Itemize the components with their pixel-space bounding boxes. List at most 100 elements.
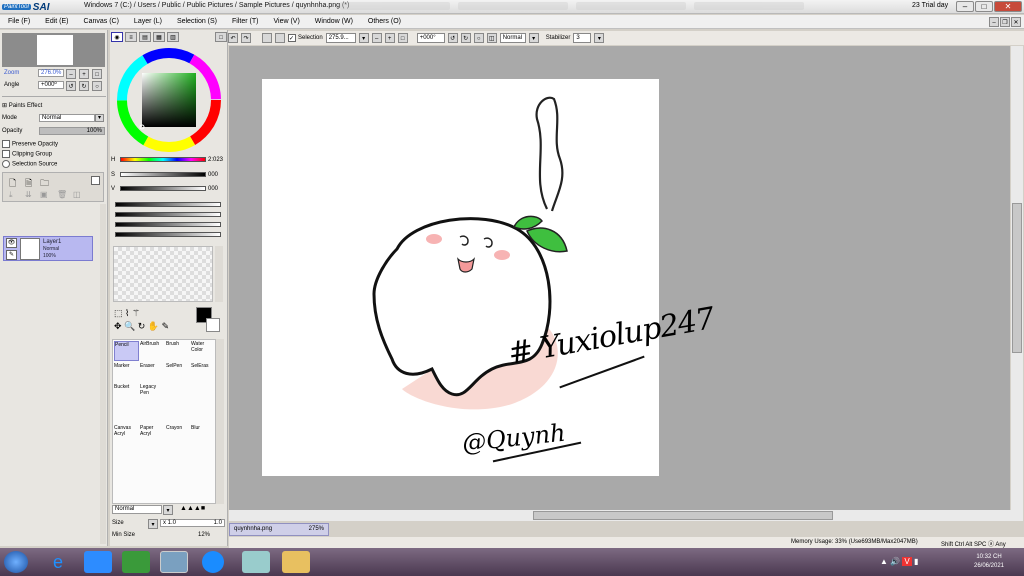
move-icon[interactable]: ✥	[114, 321, 122, 331]
layer-lock-pen-icon[interactable]: ✎	[6, 250, 17, 260]
menu-selection[interactable]: Selection (S)	[177, 18, 217, 25]
paints-effect-header[interactable]: ⊞ Paints Effect	[2, 102, 42, 109]
redo-button[interactable]: ↷	[241, 33, 251, 43]
size-multiplier-dropdown[interactable]: ▾	[148, 519, 158, 529]
nav-angle-value[interactable]: +000º	[38, 81, 64, 89]
horizontal-scrollbar[interactable]	[229, 510, 1023, 521]
eyedropper-icon[interactable]: ✎	[162, 321, 170, 331]
file-tab[interactable]: quynhnha.png 275%	[229, 523, 329, 536]
brush-shape-4-icon[interactable]: ■	[201, 505, 205, 512]
volume-icon[interactable]: 🔊	[890, 557, 900, 566]
vivaldi-tray-icon[interactable]: V	[902, 557, 912, 566]
clipping-group-checkbox[interactable]	[2, 150, 10, 158]
color-wheel-tab[interactable]: ◉	[111, 32, 123, 42]
rotate-icon[interactable]: ↻	[138, 321, 146, 331]
system-clock[interactable]: 10:32 CH 26/06/2021	[962, 553, 1016, 571]
tool-seleras[interactable]: SelEras	[191, 363, 216, 383]
layer-panel-toggle-icon[interactable]	[91, 176, 100, 185]
swatches-tab[interactable]: ▦	[153, 32, 165, 42]
blend-mode-select[interactable]: Normal	[499, 33, 526, 43]
horizontal-scroll-thumb[interactable]	[533, 511, 833, 520]
preserve-opacity-toggle[interactable]: Preserve Opacity	[2, 140, 58, 148]
zoom-input[interactable]: 275.9...	[325, 33, 356, 43]
tool-watercolor[interactable]: Water Color	[191, 341, 216, 361]
menu-window[interactable]: Window (W)	[315, 18, 353, 25]
saturation-slider[interactable]	[120, 172, 206, 177]
doc-close-button[interactable]: ✕	[1011, 16, 1021, 27]
tool-pencil[interactable]: Pencil	[114, 341, 139, 361]
rect-select-icon[interactable]: ⬚	[114, 308, 123, 318]
nav-rotate-right-button[interactable]: ↻	[79, 81, 89, 91]
clipping-group-toggle[interactable]: Clipping Group	[2, 150, 52, 158]
brush-mode-dropdown[interactable]: ▾	[163, 505, 173, 515]
lasso-icon[interactable]: ⌇	[125, 308, 129, 318]
size-slider[interactable]: x 1.0 1.0	[160, 519, 225, 527]
menu-view[interactable]: View (V)	[273, 18, 299, 25]
hand-icon[interactable]: ✋	[148, 321, 159, 331]
menu-others[interactable]: Others (O)	[368, 18, 401, 25]
minimize-button[interactable]: –	[956, 1, 974, 12]
layer-scrollbar[interactable]	[100, 204, 106, 544]
zoom-out-button[interactable]: –	[371, 33, 382, 43]
paint-app-icon[interactable]	[242, 551, 270, 573]
invert-selection-button[interactable]	[275, 33, 285, 43]
stabilizer-select[interactable]: 3	[573, 33, 592, 43]
nav-rotate-reset-button[interactable]: ○	[92, 81, 102, 91]
nav-zoom-reset-button[interactable]: □	[92, 69, 102, 79]
tool-selpen[interactable]: SelPen	[166, 363, 191, 383]
layer-props-icon[interactable]: ◫	[73, 190, 81, 199]
tool-paper-acryl[interactable]: Paper Acryl	[140, 425, 165, 445]
selection-source-radio[interactable]	[2, 160, 10, 168]
layer-item[interactable]: 👁 ✎ Layer1 Normal 100%	[3, 236, 93, 261]
zoom-app-icon[interactable]	[84, 551, 112, 573]
maximize-button[interactable]: □	[975, 1, 993, 12]
tool-eraser[interactable]: Eraser	[140, 363, 165, 383]
navigator-thumbnail[interactable]	[2, 33, 105, 67]
zoom-dropdown-button[interactable]: ▾	[358, 33, 369, 43]
menu-filter[interactable]: Filter (T)	[232, 18, 258, 25]
rotate-reset-button[interactable]: ○	[473, 33, 484, 43]
blend-mode-dropdown[interactable]: ▾	[528, 33, 539, 43]
tool-bucket[interactable]: Bucket	[114, 384, 139, 404]
scratchpad-tab[interactable]: ▥	[167, 32, 179, 42]
nav-zoom-plus-button[interactable]: +	[79, 69, 89, 79]
flip-button[interactable]: ◫	[486, 33, 497, 43]
zalo-icon[interactable]	[202, 551, 224, 573]
preset-slider-3[interactable]	[115, 222, 221, 227]
brush-mode-select[interactable]: Normal	[112, 505, 162, 514]
menu-file[interactable]: File (F)	[8, 18, 30, 25]
menu-canvas[interactable]: Canvas (C)	[84, 18, 119, 25]
tool-airbrush[interactable]: AirBrush	[140, 341, 165, 361]
tool-scrollbar[interactable]	[216, 339, 224, 504]
magic-wand-icon[interactable]: ⚚	[132, 308, 140, 318]
drawing-canvas[interactable]: # Yuxiolup247 @Quynh	[262, 79, 717, 476]
merge-down-icon[interactable]: ⇊	[25, 190, 32, 199]
layer-mode-dropdown[interactable]: ▾	[95, 114, 104, 122]
swatch-area[interactable]	[113, 246, 213, 302]
layer-visibility-eye-icon[interactable]: 👁	[6, 238, 17, 248]
rotate-right-button[interactable]: ↻	[460, 33, 471, 43]
opacity-slider[interactable]: 100%	[39, 127, 105, 135]
clear-layer-icon[interactable]: ▣	[40, 190, 48, 199]
selection-checkbox[interactable]: ✓	[288, 34, 296, 42]
preset-slider-2[interactable]	[115, 212, 221, 217]
transfer-down-icon[interactable]: ⤓	[9, 190, 13, 200]
canvas-viewport[interactable]: # Yuxiolup247 @Quynh	[229, 46, 1010, 510]
tool-marker[interactable]: Marker	[114, 363, 139, 383]
rotation-input[interactable]: +000°	[416, 33, 445, 43]
hue-slider[interactable]	[120, 157, 206, 162]
internet-explorer-icon[interactable]: e	[44, 551, 72, 573]
tool-brush[interactable]: Brush	[166, 341, 191, 361]
menu-layer[interactable]: Layer (L)	[134, 18, 162, 25]
selection-source-toggle[interactable]: Selection Source	[2, 160, 57, 168]
file-explorer-icon[interactable]	[282, 551, 310, 573]
menu-edit[interactable]: Edit (E)	[45, 18, 68, 25]
close-button[interactable]: ✕	[994, 1, 1022, 12]
tool-legacy-pen[interactable]: Legacy Pen	[140, 384, 165, 404]
deselect-button[interactable]	[262, 33, 272, 43]
brush-shape-3-icon[interactable]: ▲	[194, 505, 201, 512]
rgb-slider-tab[interactable]: ≡	[125, 32, 137, 42]
preserve-opacity-checkbox[interactable]	[2, 140, 10, 148]
zoom-icon[interactable]: 🔍	[124, 321, 135, 331]
rotate-left-button[interactable]: ↺	[447, 33, 458, 43]
